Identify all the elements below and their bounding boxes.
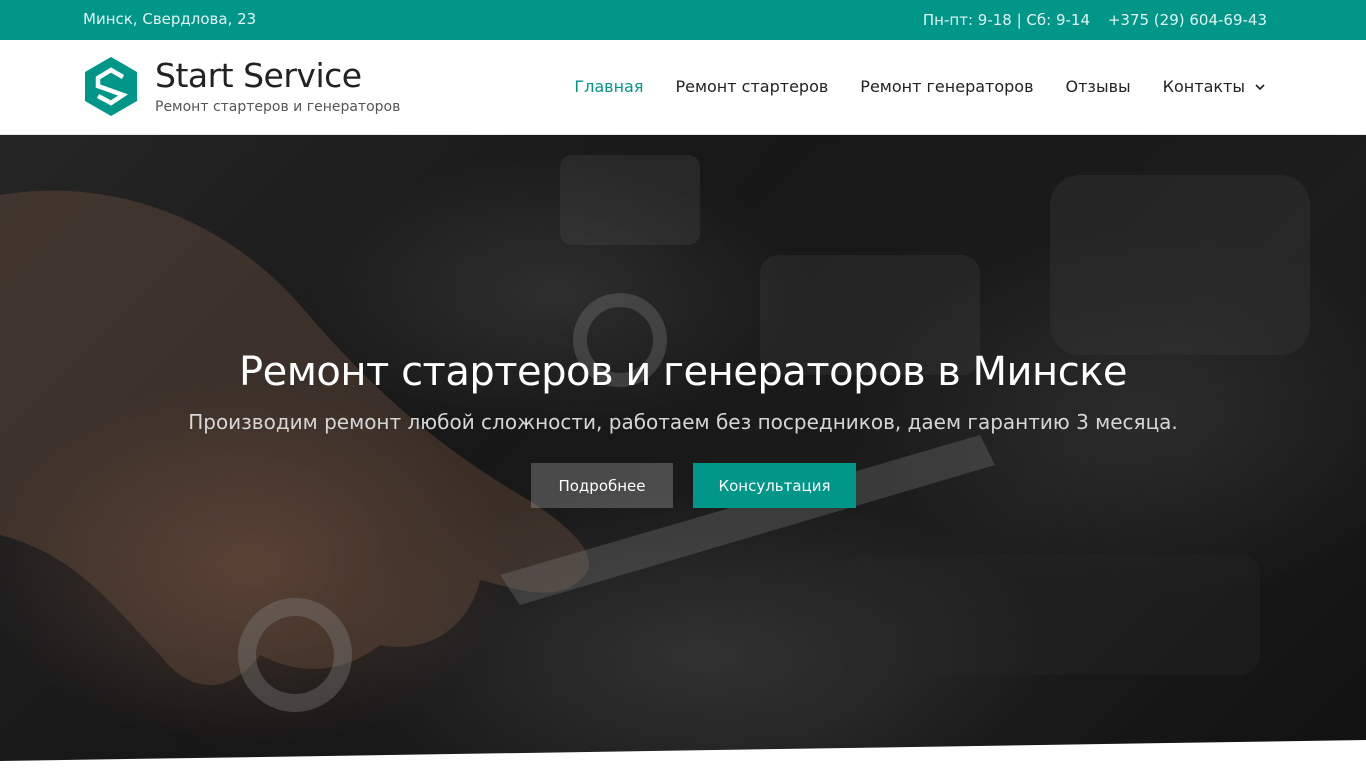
nav-item-reviews[interactable]: Отзывы	[1066, 77, 1131, 96]
nav-item-label: Ремонт стартеров	[675, 77, 829, 96]
nav-item-generators[interactable]: Ремонт генераторов	[860, 77, 1033, 96]
nav-item-label: Главная	[574, 77, 644, 96]
site-header: Start Service Ремонт стартеров и генерат…	[0, 40, 1366, 135]
address-text: Минск, Свердлова, 23	[83, 10, 257, 28]
hero-title: Ремонт стартеров и генераторов в Минске	[239, 349, 1127, 395]
chevron-down-icon	[1255, 83, 1265, 90]
brand-tagline: Ремонт стартеров и генераторов	[155, 99, 401, 115]
top-bar: Минск, Свердлова, 23 Пн-пт: 9-18 | Сб: 9…	[0, 0, 1366, 40]
hero-subtitle: Производим ремонт любой сложности, работ…	[188, 410, 1178, 434]
brand-name[interactable]: Start Service	[155, 56, 362, 95]
nav-item-home[interactable]: Главная	[574, 77, 643, 96]
nav-item-label: Ремонт генераторов	[860, 77, 1034, 96]
main-nav: Главная Ремонт стартеров Ремонт генерато…	[574, 77, 1267, 96]
more-button[interactable]: Подробнее	[531, 463, 673, 508]
nav-item-label: Контакты	[1162, 77, 1245, 96]
working-hours-text: Пн-пт: 9-18 | Сб: 9-14	[922, 11, 1090, 29]
phone-link[interactable]: +375 (29) 604-69-43	[1108, 11, 1267, 29]
s-hexagon-logo-icon[interactable]	[85, 57, 137, 116]
hero-bottom-divider	[0, 740, 1366, 768]
nav-item-starters[interactable]: Ремонт стартеров	[675, 77, 828, 96]
nav-item-contacts[interactable]: Контакты	[1163, 77, 1267, 96]
nav-item-label: Отзывы	[1065, 77, 1131, 96]
consultation-button[interactable]: Консультация	[693, 463, 856, 508]
hero-section: Ремонт стартеров и генераторов в Минске …	[0, 135, 1366, 768]
